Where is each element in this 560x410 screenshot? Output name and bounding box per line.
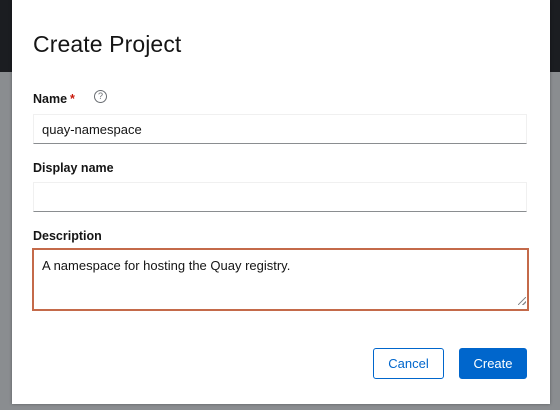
name-label: Name *	[33, 92, 75, 106]
background-masthead-right	[550, 0, 560, 72]
description-textarea[interactable]: A namespace for hosting the Quay registr…	[32, 248, 529, 311]
name-input[interactable]	[33, 114, 527, 144]
display-name-input[interactable]	[33, 182, 527, 212]
create-project-dialog: Create Project Name* ? Display name Desc…	[12, 0, 550, 404]
background-masthead-left	[0, 0, 12, 72]
create-button[interactable]: Create	[459, 348, 527, 379]
question-circle-icon[interactable]: ?	[94, 90, 107, 103]
name-label-text: Name	[33, 92, 68, 106]
resize-grip-icon[interactable]	[518, 297, 526, 305]
dialog-title: Create Project	[33, 31, 182, 57]
description-label: Description	[33, 229, 102, 243]
cancel-button[interactable]: Cancel	[373, 348, 444, 379]
required-indicator: *	[70, 92, 75, 106]
display-name-label: Display name	[33, 161, 114, 175]
